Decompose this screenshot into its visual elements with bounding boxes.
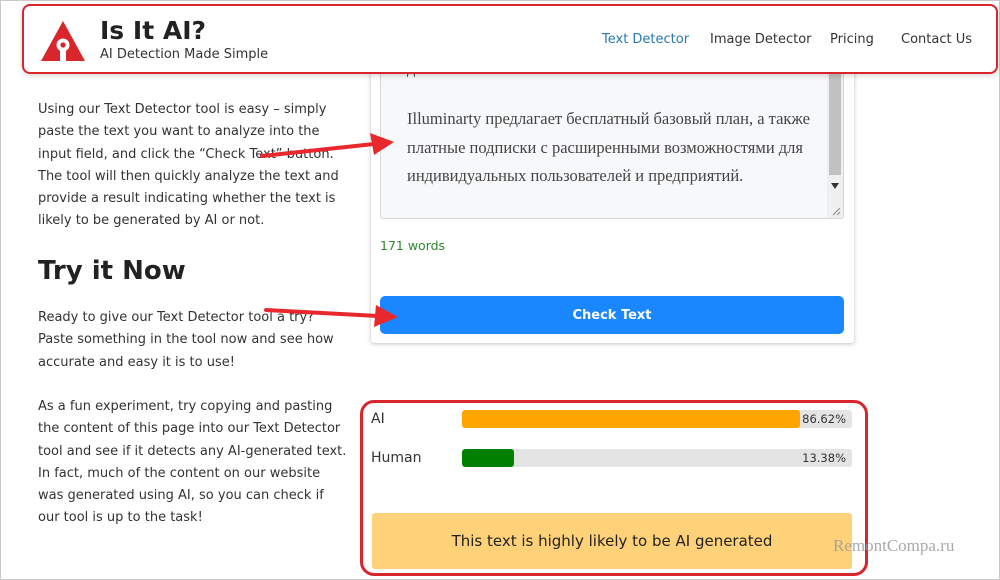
human-bar-track: 13.38% [462,449,852,467]
intro-paragraph: Using our Text Detector tool is easy – s… [38,102,339,229]
human-label: Human [371,450,422,466]
ai-label: AI [371,411,385,427]
ai-bar-fill [462,410,800,428]
textarea-content: Illuminarty предлагает бесплатный базовы… [407,109,810,186]
ai-bar-track: 86.62% [462,410,852,428]
site-header: Is It AI? AI Detection Made Simple Text … [22,4,998,74]
nav-pricing[interactable]: Pricing [830,32,874,47]
ai-percent: 86.62% [802,412,846,426]
nav-text-detector[interactable]: Text Detector [602,32,689,47]
brand-title[interactable]: Is It AI? [100,16,206,45]
try-it-now-heading: Try it Now [38,256,186,286]
scroll-down-arrow-icon[interactable] [831,183,839,189]
logo-icon[interactable] [40,20,86,62]
watermark: RemontCompa.ru [833,536,955,555]
human-percent: 13.38% [802,451,846,465]
textarea-scrollbar[interactable] [827,63,843,218]
experiment-paragraph: As a fun experiment, try copying and pas… [38,399,347,526]
nav-contact-us[interactable]: Contact Us [901,32,972,47]
scrollbar-thumb[interactable] [829,73,841,175]
text-input-area[interactable]: для автоматического анализа контента. Il… [380,62,844,219]
verdict-banner: This text is highly likely to be AI gene… [372,513,852,569]
nav-image-detector[interactable]: Image Detector [710,32,812,47]
check-text-button[interactable]: Check Text [380,296,844,334]
resize-handle-icon[interactable] [832,207,841,216]
annotation-arrow-icon [264,305,398,327]
annotation-arrow-icon [260,133,394,158]
human-bar-fill [462,449,515,467]
brand-subtitle: AI Detection Made Simple [100,47,269,62]
word-count: 171 words [380,238,446,253]
